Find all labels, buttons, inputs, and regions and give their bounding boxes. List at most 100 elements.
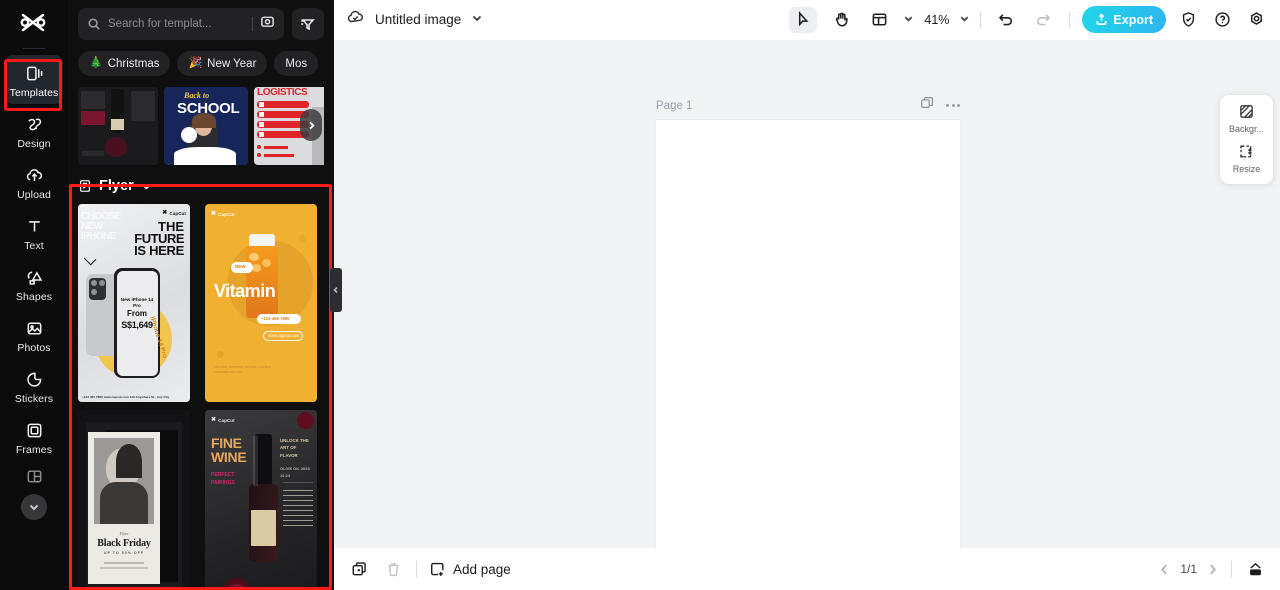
- chevron-down-icon: [905, 15, 913, 22]
- search-icon: [88, 18, 100, 30]
- zoom-dropdown-button[interactable]: [959, 11, 970, 29]
- sidebar-label: Shapes: [15, 291, 53, 303]
- template-card-vitamin[interactable]: ✖ CapCut NEW Vitamin +123-456-7890 www.c…: [205, 204, 317, 402]
- sidebar-label: Upload: [17, 189, 51, 201]
- dot: [957, 104, 960, 107]
- chevron-left-icon: [333, 287, 338, 293]
- sidebar-item-frames[interactable]: Frames: [5, 412, 63, 461]
- footer-contact: +123 456 7890 www.capcut.com 123 Anywher…: [82, 395, 170, 399]
- resize-icon: [1240, 145, 1252, 158]
- phone-number: +123-456-7890: [261, 315, 290, 321]
- carousel-track: Back to SCHOOL LOGISTICS: [78, 87, 324, 165]
- filter-button[interactable]: [292, 8, 324, 40]
- panel-collapse-handle[interactable]: [330, 268, 342, 312]
- template-grid: CHOOSE NEW IPHONE ✖ CapCut THE FUTURE IS…: [78, 204, 324, 590]
- prev-page-button[interactable]: [1158, 563, 1171, 576]
- canvas-side-panel: Backgr... Resize: [1220, 95, 1273, 184]
- canvas-area[interactable]: Page 1 Backgr... Resize: [334, 40, 1280, 548]
- toolbar-divider-2: [1069, 11, 1071, 28]
- filter-icon: [301, 19, 315, 31]
- text-icon: [25, 215, 44, 237]
- layout-dropdown-button[interactable]: [903, 11, 914, 29]
- sidebar-item-shapes[interactable]: Shapes: [5, 259, 63, 308]
- website-url: www.capcut.com: [268, 332, 300, 338]
- sidebar-item-templates[interactable]: Templates: [5, 55, 63, 104]
- background-icon: [1240, 105, 1253, 118]
- sidebar-item-upload[interactable]: Upload: [5, 157, 63, 206]
- duplicate-page-icon[interactable]: [920, 96, 934, 115]
- select-tool-button[interactable]: [789, 6, 818, 33]
- chip-most[interactable]: Mos: [274, 51, 319, 76]
- hand-tool-button[interactable]: [827, 7, 855, 33]
- rail-expand-button[interactable]: [21, 494, 47, 520]
- photos-icon: [25, 317, 44, 339]
- bottom-panel-toggle[interactable]: [1244, 558, 1266, 580]
- next-page-button[interactable]: [1206, 563, 1219, 576]
- background-button[interactable]: Backgr...: [1220, 103, 1273, 134]
- carousel-next-button[interactable]: [300, 109, 322, 141]
- template-card-fine-wine[interactable]: ✖ CapCut FINE WINE UNLOCK THE ART OF FLA…: [205, 410, 317, 590]
- template-card-black-friday[interactable]: Flyer Black Friday UP TO 50% OFF: [78, 410, 190, 590]
- grid-layouts-icon[interactable]: [25, 467, 44, 491]
- help-circle-icon[interactable]: [1210, 8, 1234, 32]
- image-search-icon[interactable]: [260, 14, 275, 34]
- resize-button[interactable]: Resize: [1220, 143, 1273, 174]
- delete-page-button[interactable]: [382, 558, 404, 580]
- sidebar-item-text[interactable]: Text: [5, 208, 63, 257]
- capcut-mark: ✖: [162, 210, 168, 216]
- flyer-section-header[interactable]: Flyer: [78, 178, 324, 194]
- dot: [951, 104, 955, 107]
- chevron-down-icon: [142, 183, 151, 190]
- undo-button[interactable]: [991, 7, 1019, 33]
- capcut-mark: ✖: [211, 211, 217, 217]
- chevron-down-icon: [473, 15, 482, 21]
- document-title[interactable]: Untitled image: [375, 12, 461, 27]
- carousel-item-fine-wine[interactable]: [78, 87, 158, 165]
- capcut-watermark: ✖ CapCut: [211, 211, 235, 217]
- template-card-iphone-future[interactable]: CHOOSE NEW IPHONE ✖ CapCut THE FUTURE IS…: [78, 204, 190, 402]
- shield-check-icon[interactable]: [1176, 8, 1200, 32]
- undo-icon: [998, 14, 1012, 26]
- layout-tool-button[interactable]: [865, 7, 893, 33]
- add-page-button[interactable]: Add page: [429, 561, 511, 578]
- shapes-icon: [25, 266, 44, 288]
- top-toolbar: Untitled image 41% Export: [334, 0, 1280, 40]
- carousel-title: LOGISTICS: [257, 87, 308, 98]
- redo-icon: [1036, 14, 1050, 26]
- chip-christmas[interactable]: 🎄 Christmas: [78, 51, 171, 76]
- sidebar-item-stickers[interactable]: Stickers: [5, 361, 63, 410]
- templates-icon: [25, 62, 44, 84]
- capcut-brand-label: CapCut: [218, 211, 235, 217]
- ghost-text: CHOOSE NEW IPHONE: [81, 211, 121, 242]
- cloud-saved-icon[interactable]: [346, 8, 365, 32]
- duplicate-icon: [352, 561, 366, 575]
- zoom-level-value: 41%: [924, 12, 950, 27]
- redo-button[interactable]: [1029, 7, 1057, 33]
- templates-panel: Search for templat... 🎄 Christmas 🎉 New …: [68, 0, 342, 590]
- capcut-brand-label: CapCut: [218, 417, 235, 423]
- carousel-item-back-to-school[interactable]: Back to SCHOOL: [164, 87, 248, 165]
- layout-icon: [872, 13, 887, 26]
- search-input[interactable]: Search for templat...: [78, 8, 284, 40]
- duplicate-page-button[interactable]: [348, 558, 370, 580]
- bottom-toolbar: Add page 1/1: [334, 548, 1280, 590]
- chevron-down-icon: [961, 15, 969, 22]
- search-placeholder: Search for templat...: [108, 18, 212, 30]
- settings-gear-icon[interactable]: [1244, 8, 1268, 32]
- export-button[interactable]: Export: [1082, 6, 1166, 33]
- dot: [946, 104, 949, 107]
- vitamin-headline: Vitamin: [214, 281, 276, 301]
- page-canvas[interactable]: [656, 120, 960, 548]
- trash-icon: [387, 562, 399, 576]
- chip-new-year[interactable]: 🎉 New Year: [177, 51, 268, 76]
- upload-cloud-icon: [25, 164, 44, 186]
- title-dropdown-button[interactable]: [471, 11, 483, 29]
- more-options-icon[interactable]: [946, 104, 960, 107]
- capcut-logo[interactable]: [0, 0, 68, 46]
- chip-label: Christmas: [107, 57, 160, 70]
- sidebar-item-photos[interactable]: Photos: [5, 310, 63, 359]
- chevron-down-icon: [29, 504, 39, 511]
- template-art: CHOOSE NEW IPHONE ✖ CapCut THE FUTURE IS…: [78, 204, 190, 402]
- resize-label: Resize: [1232, 164, 1261, 174]
- sidebar-item-design[interactable]: Design: [5, 106, 63, 155]
